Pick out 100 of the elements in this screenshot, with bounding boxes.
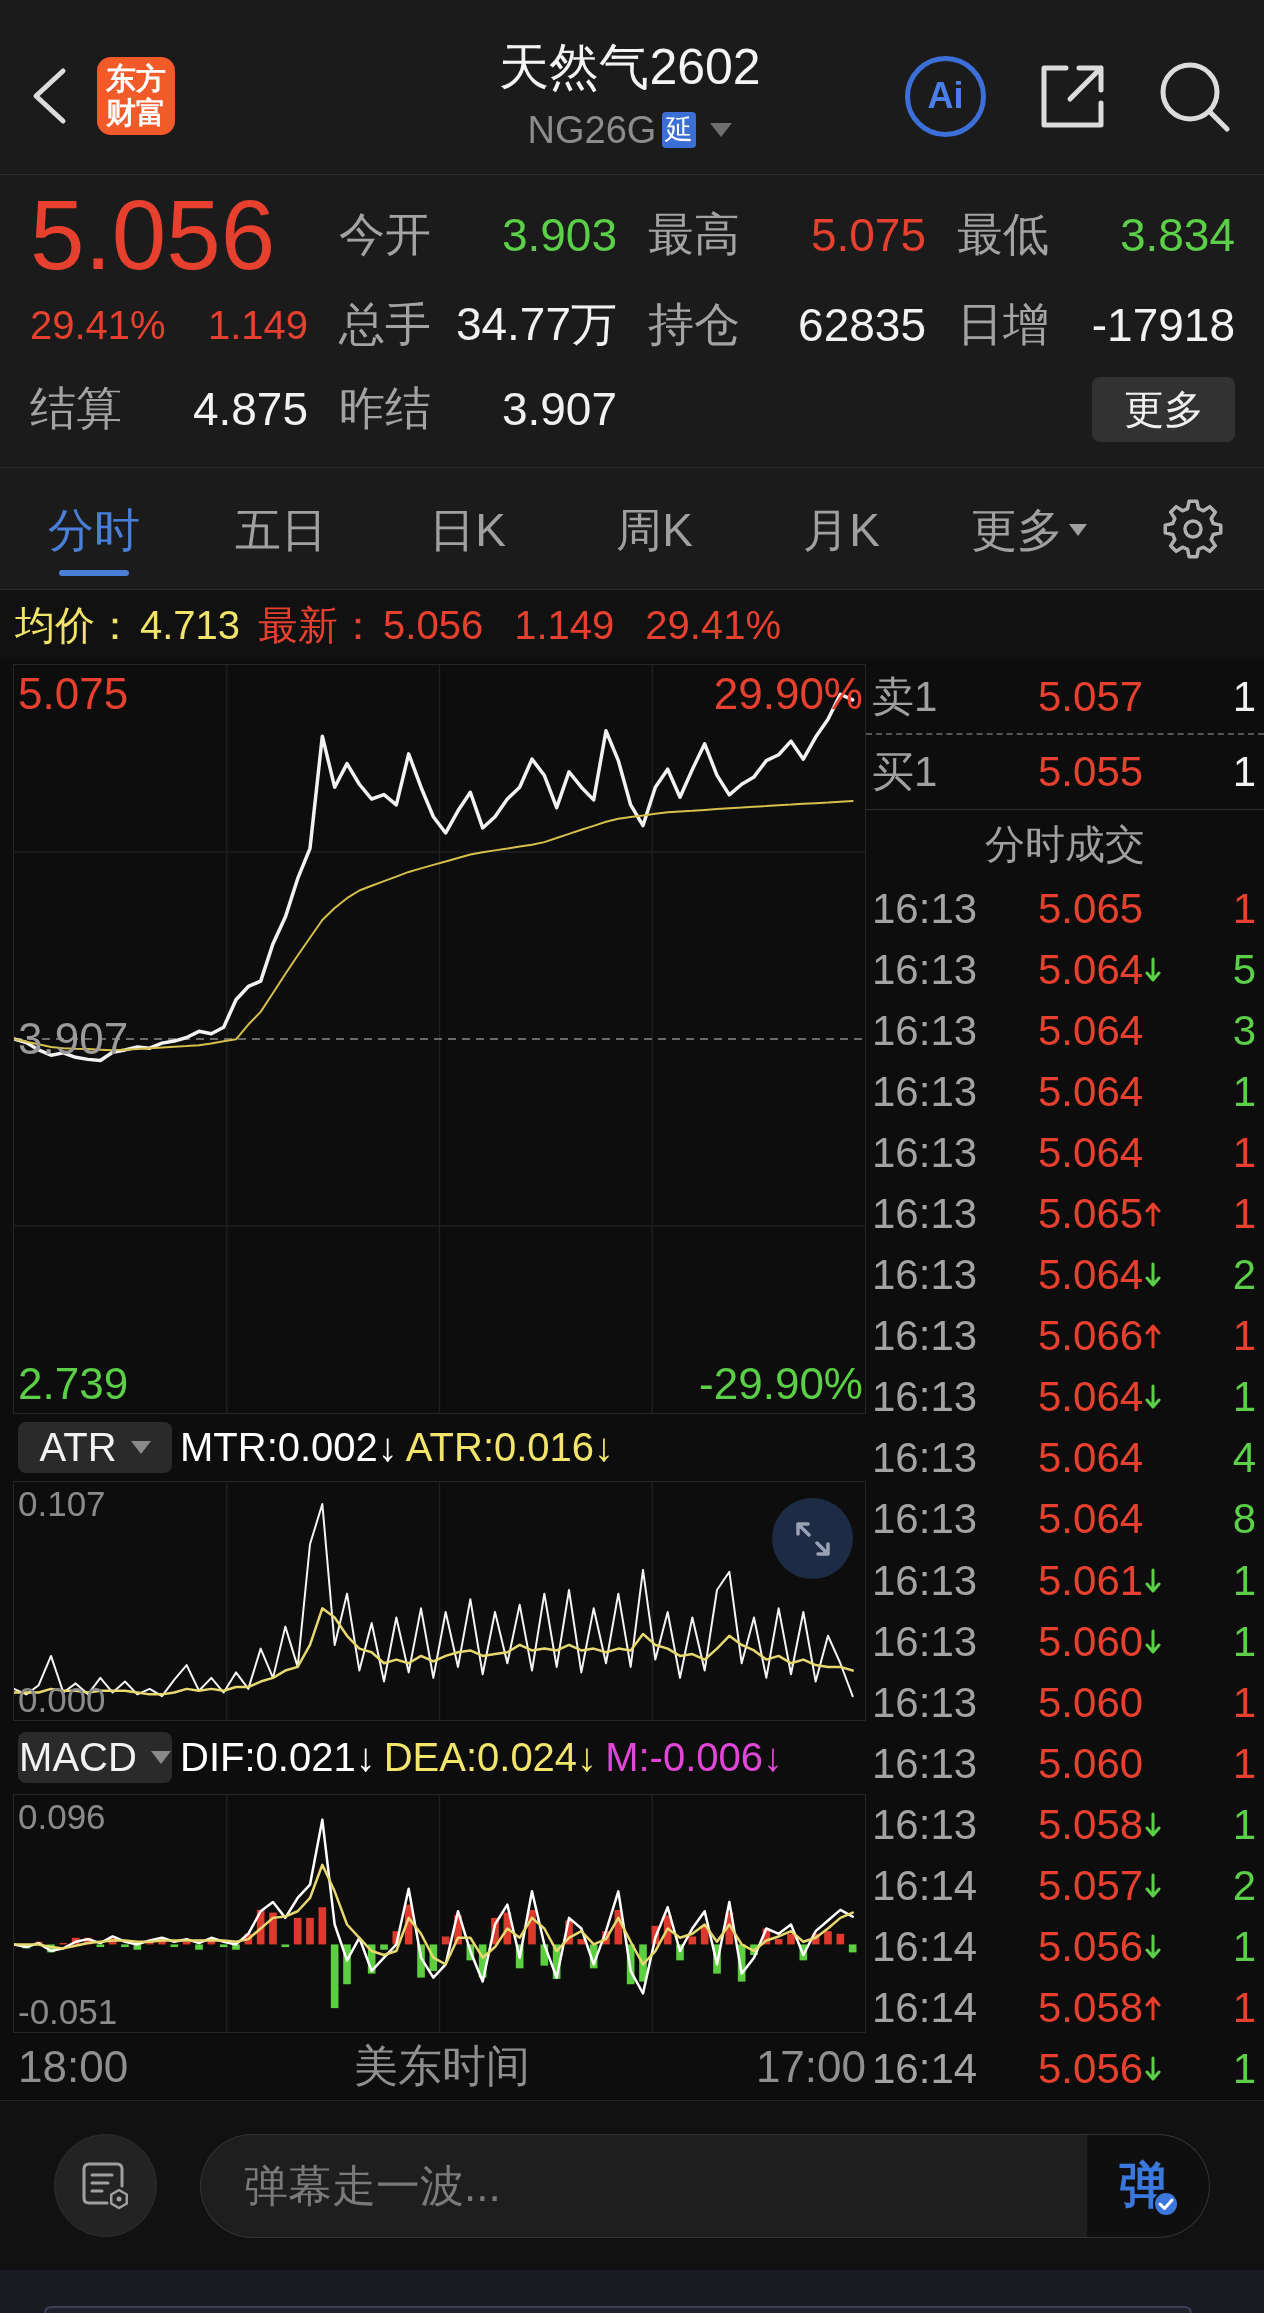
app-logo: 东方财富 <box>97 57 175 135</box>
latest-price-label: 最新： <box>258 601 379 649</box>
trade-volume: 1 <box>1232 1556 1256 1605</box>
trade-volume: 1 <box>1232 1678 1256 1727</box>
trade-price: 5.066 <box>1038 1312 1144 1361</box>
trade-price: 5.064 <box>1038 1373 1144 1422</box>
trade-volume: 1 <box>1232 1373 1256 1422</box>
trade-time: 16:13 <box>872 1434 979 1483</box>
trade-volume: 1 <box>1232 1800 1256 1849</box>
indicator-axis-label: -0.051 <box>18 1992 118 2032</box>
trade-time: 16:13 <box>872 1678 979 1727</box>
trade-volume: 1 <box>1232 2045 1256 2094</box>
percent-axis-label: -29.90% <box>699 1360 863 1408</box>
page-title: 天然气2602 <box>499 38 761 97</box>
indicator-value: M:-0.006↓ <box>605 1735 783 1780</box>
trade-time: 16:13 <box>872 1190 979 1238</box>
trade-price: 5.060 <box>1038 1678 1144 1727</box>
latest-price-value: 5.056 <box>383 602 484 648</box>
trade-time: 16:13 <box>872 1067 979 1116</box>
contract-code: NG26G <box>527 108 657 152</box>
trade-volume: 8 <box>1232 1495 1256 1544</box>
settlement-label: 结算 <box>30 381 122 436</box>
trade-time: 16:13 <box>872 945 979 994</box>
trade-volume: 4 <box>1232 1434 1256 1483</box>
average-price-value: 4.713 <box>140 602 241 648</box>
trade-volume: 1 <box>1232 1067 1256 1116</box>
stat-value: 3.907 <box>501 382 617 436</box>
trade-time: 16:14 <box>872 1862 979 1911</box>
trade-time: 16:14 <box>872 2045 979 2094</box>
settlement-value: 4.875 <box>192 382 308 436</box>
indicator-value: DIF:0.021↓ <box>180 1735 376 1780</box>
trade-volume: 1 <box>1232 1190 1256 1238</box>
percent-axis-label: 29.90% <box>713 670 863 718</box>
axis-title: 美东时间 <box>354 2040 530 2092</box>
trade-price: 5.056 <box>1038 2045 1144 2094</box>
time-label: 17:00 <box>755 2041 866 2092</box>
trade-price: 5.058 <box>1038 1984 1144 2033</box>
trade-time: 16:13 <box>872 1128 979 1177</box>
trade-price: 5.064 <box>1038 1006 1144 1055</box>
trade-price: 5.064 <box>1038 1251 1144 1300</box>
stat-label: 最低 <box>957 207 1049 262</box>
trade-time: 16:14 <box>872 1984 979 2033</box>
indicator-value: ATR:0.016↓ <box>405 1425 615 1470</box>
trade-volume: 3 <box>1232 1006 1256 1055</box>
trade-volume: 5 <box>1232 945 1256 994</box>
trade-volume: 1 <box>1232 1312 1256 1361</box>
stat-value: 3.834 <box>1119 208 1235 262</box>
trade-price: 5.060 <box>1038 1617 1144 1666</box>
order-price: 5.055 <box>1038 748 1145 796</box>
stat-label: 持仓 <box>648 297 740 352</box>
stat-label: 最高 <box>648 207 740 262</box>
trade-price: 5.056 <box>1038 1923 1144 1972</box>
trade-volume: 2 <box>1232 1251 1256 1300</box>
trade-time: 16:13 <box>872 1312 979 1361</box>
stat-label: 总手 <box>339 297 431 352</box>
trade-volume: 1 <box>1232 1739 1256 1788</box>
trade-price: 5.064 <box>1038 945 1144 994</box>
indicator-value: DEA:0.024↓ <box>383 1735 598 1780</box>
trade-time: 16:14 <box>872 1923 979 1972</box>
trade-volume: 1 <box>1232 1984 1256 2033</box>
change-percent: 29.41% <box>645 602 781 648</box>
average-price-label: 均价： <box>15 601 135 649</box>
change-percent: 29.41% <box>30 302 166 348</box>
trade-price: 5.060 <box>1038 1739 1144 1788</box>
trade-time: 16:13 <box>872 1617 979 1666</box>
trade-time: 16:13 <box>872 1739 979 1788</box>
stat-label: 昨结 <box>339 381 431 436</box>
order-volume: 1 <box>1232 672 1256 721</box>
stat-value: 34.77万 <box>455 297 617 352</box>
trade-price: 5.064 <box>1038 1067 1144 1116</box>
trade-volume: 2 <box>1232 1862 1256 1911</box>
trade-time: 16:13 <box>872 1251 979 1300</box>
order-level-label: 买1 <box>872 747 939 797</box>
price-axis-label: 5.075 <box>18 670 129 719</box>
section-title: 分时成交 <box>985 820 1145 868</box>
last-price: 5.056 <box>30 185 276 285</box>
trade-price: 5.057 <box>1038 1862 1144 1911</box>
stat-value: -17918 <box>1091 298 1235 352</box>
change-value: 1.149 <box>207 302 308 348</box>
indicator-axis-label: 0.000 <box>18 1679 106 1720</box>
order-price: 5.057 <box>1038 672 1145 721</box>
time-label: 18:00 <box>18 2041 129 2092</box>
status-badge: 延 <box>662 112 697 148</box>
indicator-value: MTR:0.002↓ <box>180 1425 398 1470</box>
trade-volume: 1 <box>1232 884 1256 933</box>
order-level-label: 卖1 <box>872 671 939 722</box>
stat-value: 62835 <box>798 298 926 352</box>
trade-time: 16:13 <box>872 884 979 933</box>
trade-price: 5.065 <box>1038 884 1144 933</box>
change-value: 1.149 <box>514 602 615 648</box>
stat-label: 今开 <box>339 207 431 262</box>
trade-time: 16:13 <box>872 1006 979 1055</box>
trade-price: 5.064 <box>1038 1495 1144 1544</box>
order-volume: 1 <box>1232 748 1256 796</box>
stat-label: 日增 <box>957 297 1049 352</box>
trade-price: 5.065 <box>1038 1190 1144 1238</box>
trade-price: 5.058 <box>1038 1800 1144 1849</box>
trade-price: 5.064 <box>1038 1128 1144 1177</box>
trade-time: 16:13 <box>872 1495 979 1544</box>
indicator-axis-label: 0.107 <box>18 1483 106 1524</box>
